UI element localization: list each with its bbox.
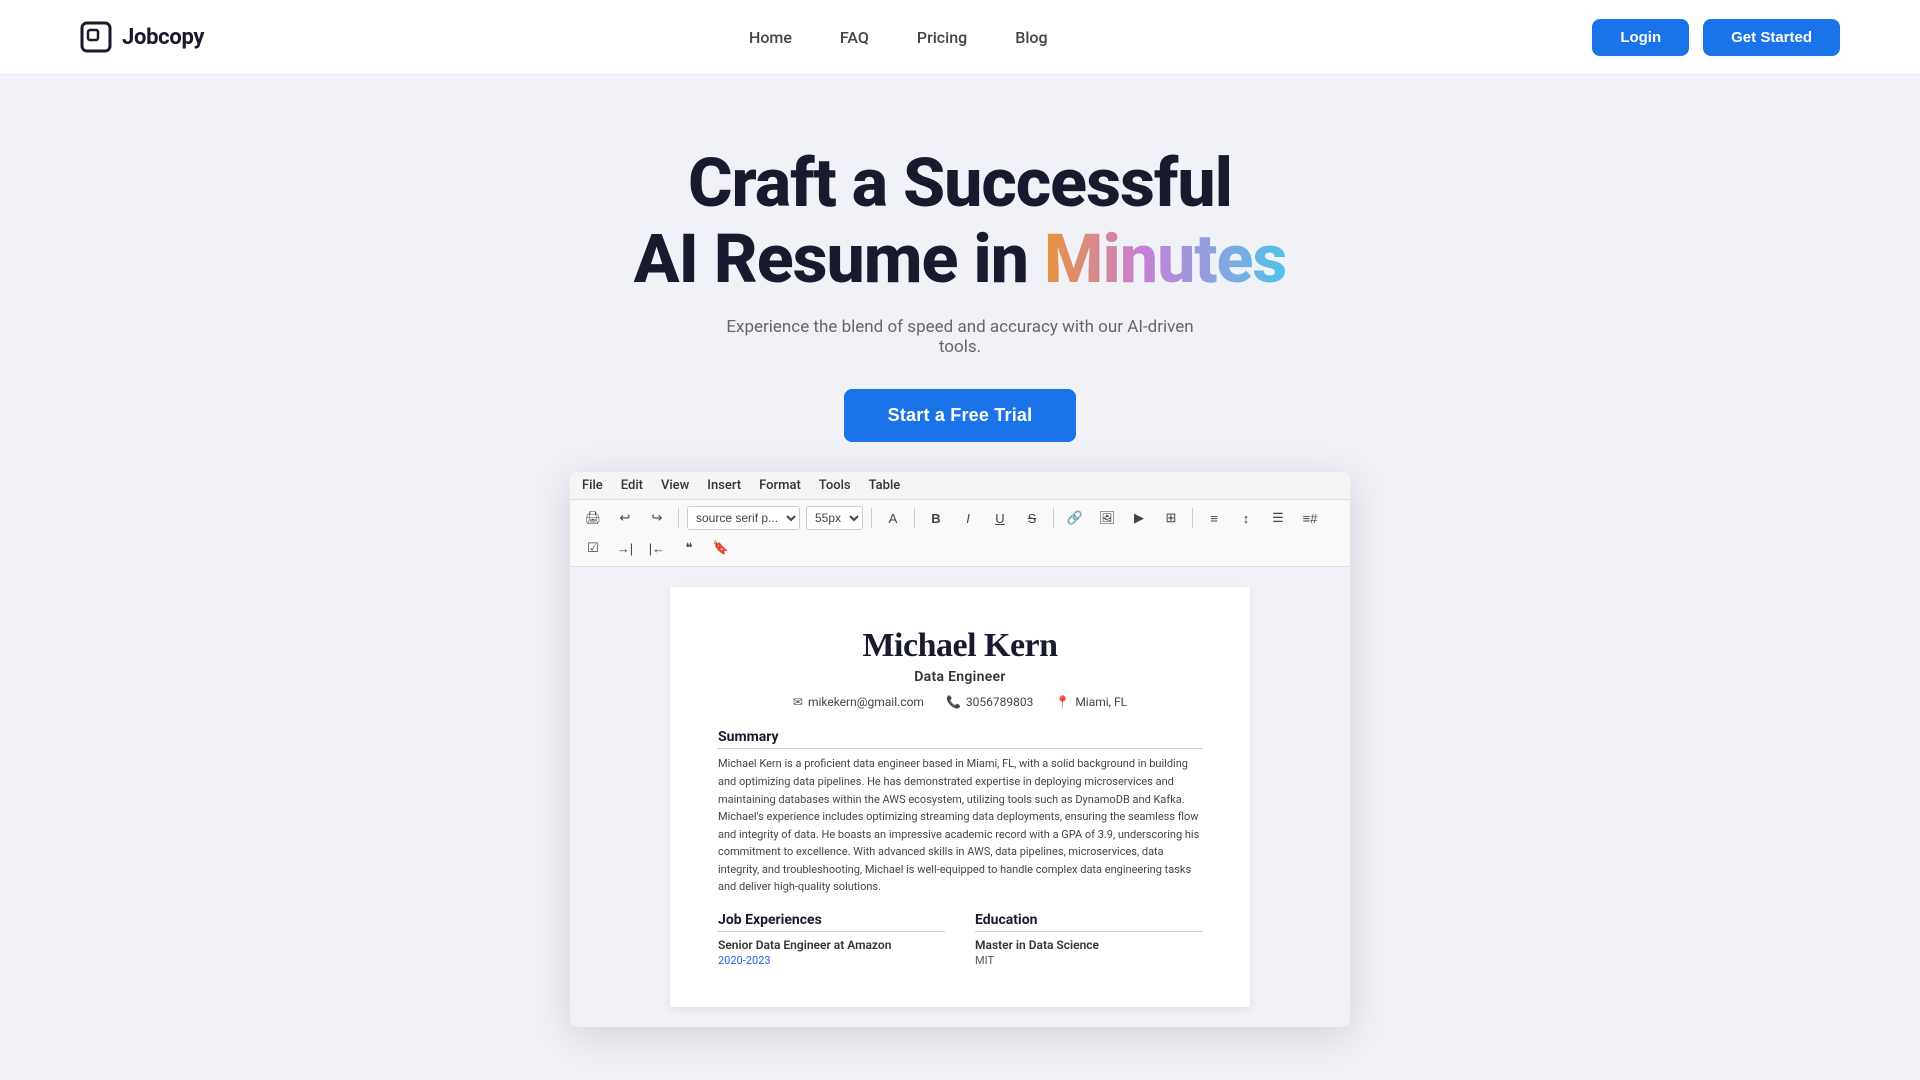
phone-icon: 📞 bbox=[946, 695, 961, 709]
toolbar-blockquote[interactable]: ❝ bbox=[676, 536, 702, 560]
location-icon: 📍 bbox=[1055, 695, 1070, 709]
toolbar-line-height[interactable]: ↕ bbox=[1233, 506, 1259, 530]
contact-location: 📍 Miami, FL bbox=[1055, 695, 1127, 709]
menu-tools[interactable]: Tools bbox=[819, 478, 851, 493]
contact-location-value: Miami, FL bbox=[1075, 695, 1127, 709]
get-started-button[interactable]: Get Started bbox=[1703, 19, 1840, 56]
hero-headline-line1: Craft a Successful bbox=[688, 145, 1232, 221]
contact-email-value: mikekern@gmail.com bbox=[808, 695, 924, 709]
resume-job-title: Senior Data Engineer at Amazon bbox=[718, 938, 945, 952]
resume-summary-title: Summary bbox=[718, 729, 1202, 749]
hero-headline-line2: AI Resume in Minutes bbox=[634, 221, 1287, 297]
resume-contact: ✉ mikekern@gmail.com 📞 3056789803 📍 Miam… bbox=[718, 695, 1202, 709]
free-trial-button[interactable]: Start a Free Trial bbox=[844, 389, 1077, 442]
menu-view[interactable]: View bbox=[661, 478, 689, 493]
toolbar-video[interactable]: ▶ bbox=[1126, 506, 1152, 530]
editor-menubar: File Edit View Insert Format Tools Table bbox=[570, 472, 1350, 500]
contact-phone: 📞 3056789803 bbox=[946, 695, 1033, 709]
logo-icon bbox=[80, 21, 112, 53]
logo-text: Jobcopy bbox=[122, 25, 204, 50]
toolbar-sep-4 bbox=[1053, 508, 1054, 528]
nav-link-faq[interactable]: FAQ bbox=[840, 28, 869, 47]
contact-phone-value: 3056789803 bbox=[966, 695, 1033, 709]
navbar: Jobcopy Home FAQ Pricing Blog Login Get … bbox=[0, 0, 1920, 75]
toolbar-print[interactable]: 🖨 bbox=[580, 506, 606, 530]
hero-headline-pre: AI Resume in bbox=[634, 219, 1044, 299]
resume-two-cols: Job Experiences Senior Data Engineer at … bbox=[718, 912, 1202, 967]
toolbar-redo[interactable]: ↪ bbox=[644, 506, 670, 530]
resume-edu-degree: Master in Data Science bbox=[975, 938, 1202, 952]
nav-link-blog[interactable]: Blog bbox=[1015, 28, 1047, 47]
toolbar-outdent[interactable]: |← bbox=[644, 536, 670, 560]
resume-education-col: Education Master in Data Science MIT bbox=[975, 912, 1202, 967]
font-family-select[interactable]: source serif p... bbox=[687, 506, 800, 530]
toolbar-sep-5 bbox=[1192, 508, 1193, 528]
hero-headline-accent: Minutes bbox=[1044, 219, 1286, 299]
nav-link-pricing[interactable]: Pricing bbox=[917, 28, 967, 47]
font-size-select[interactable]: 55px bbox=[806, 506, 863, 530]
menu-edit[interactable]: Edit bbox=[621, 478, 643, 493]
resume-page: Michael Kern Data Engineer ✉ mikekern@gm… bbox=[670, 587, 1250, 1007]
editor-preview: File Edit View Insert Format Tools Table… bbox=[570, 472, 1350, 1027]
menu-insert[interactable]: Insert bbox=[707, 478, 741, 493]
email-icon: ✉ bbox=[793, 695, 803, 709]
hero-subtitle: Experience the blend of speed and accura… bbox=[710, 317, 1210, 357]
nav-links: Home FAQ Pricing Blog bbox=[749, 28, 1048, 47]
toolbar-strikethrough[interactable]: S bbox=[1019, 506, 1045, 530]
toolbar-bookmark[interactable]: 🔖 bbox=[708, 536, 734, 560]
resume-summary-text: Michael Kern is a proficient data engine… bbox=[718, 755, 1202, 896]
resume-job-date: 2020-2023 bbox=[718, 954, 945, 967]
toolbar-align[interactable]: ≡ bbox=[1201, 506, 1227, 530]
toolbar-sep-3 bbox=[914, 508, 915, 528]
logo[interactable]: Jobcopy bbox=[80, 21, 204, 53]
toolbar-indent[interactable]: →| bbox=[612, 536, 638, 560]
resume-experience-col: Job Experiences Senior Data Engineer at … bbox=[718, 912, 945, 967]
toolbar-image[interactable]: 🖼 bbox=[1094, 506, 1120, 530]
contact-email: ✉ mikekern@gmail.com bbox=[793, 695, 924, 709]
toolbar-italic[interactable]: I bbox=[955, 506, 981, 530]
login-button[interactable]: Login bbox=[1592, 19, 1689, 56]
toolbar-color[interactable]: A bbox=[880, 506, 906, 530]
menu-table[interactable]: Table bbox=[869, 478, 901, 493]
hero-section: Craft a Successful AI Resume in Minutes … bbox=[0, 75, 1920, 1067]
resume-experience-title: Job Experiences bbox=[718, 912, 945, 932]
toolbar-sep-1 bbox=[678, 508, 679, 528]
nav-actions: Login Get Started bbox=[1592, 19, 1840, 56]
editor-toolbar: 🖨 ↩ ↪ source serif p... 55px A B I U S 🔗… bbox=[570, 500, 1350, 567]
menu-format[interactable]: Format bbox=[759, 478, 801, 493]
resume-job-role: Data Engineer bbox=[718, 669, 1202, 685]
toolbar-underline[interactable]: U bbox=[987, 506, 1013, 530]
resume-name: Michael Kern bbox=[718, 627, 1202, 665]
toolbar-bold[interactable]: B bbox=[923, 506, 949, 530]
resume-edu-school: MIT bbox=[975, 954, 1202, 967]
toolbar-link[interactable]: 🔗 bbox=[1062, 506, 1088, 530]
toolbar-table[interactable]: ⊞ bbox=[1158, 506, 1184, 530]
toolbar-list-ul[interactable]: ☰ bbox=[1265, 506, 1291, 530]
nav-link-home[interactable]: Home bbox=[749, 28, 792, 47]
menu-file[interactable]: File bbox=[582, 478, 603, 493]
toolbar-checklist[interactable]: ☑ bbox=[580, 536, 606, 560]
toolbar-undo[interactable]: ↩ bbox=[612, 506, 638, 530]
editor-document: Michael Kern Data Engineer ✉ mikekern@gm… bbox=[570, 567, 1350, 1027]
toolbar-sep-2 bbox=[871, 508, 872, 528]
resume-education-title: Education bbox=[975, 912, 1202, 932]
toolbar-list-ol[interactable]: ≡# bbox=[1297, 506, 1323, 530]
